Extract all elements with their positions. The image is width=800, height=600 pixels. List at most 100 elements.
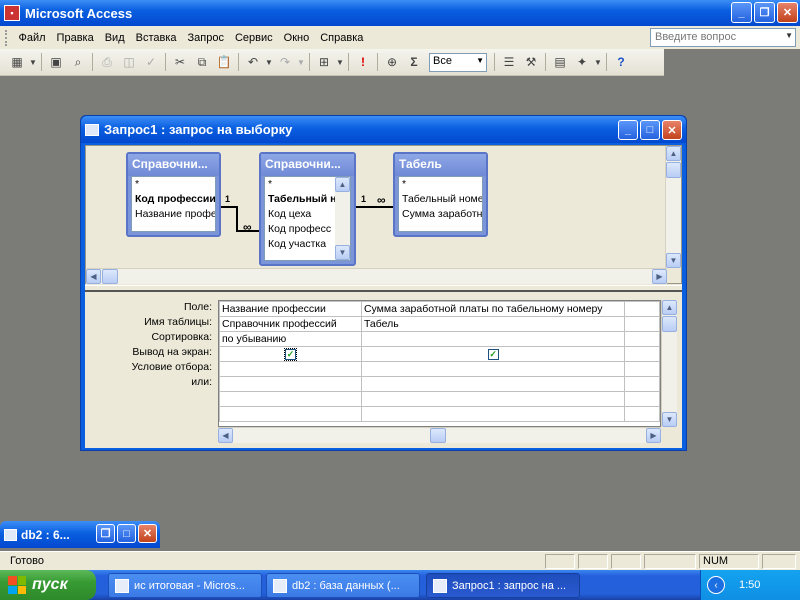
chevron-down-icon[interactable]: ▼ (335, 51, 345, 73)
menu-help[interactable]: Справка (315, 32, 369, 44)
grid-cell-table[interactable] (624, 316, 660, 332)
grid-vscroll[interactable]: ▲ ▼ (661, 300, 677, 427)
grid-cell-empty[interactable] (219, 406, 362, 422)
grid-cell-empty[interactable] (624, 391, 660, 407)
scroll-down-icon[interactable]: ▼ (335, 245, 350, 260)
build-icon[interactable]: ⚒ (520, 51, 542, 73)
help-icon[interactable]: ? (610, 51, 632, 73)
scroll-up-icon[interactable]: ▲ (666, 146, 681, 161)
grid-cell-empty[interactable] (624, 406, 660, 422)
redo-icon[interactable]: ↷ (274, 51, 296, 73)
grid-cell-show[interactable] (624, 346, 660, 362)
copy-icon[interactable]: ⧉ (191, 51, 213, 73)
grid-cell-or[interactable] (360, 376, 626, 392)
chevron-down-icon[interactable]: ▼ (785, 31, 793, 40)
scroll-right-icon[interactable]: ▶ (652, 269, 667, 284)
query-close-button[interactable]: ✕ (662, 120, 682, 140)
show-checkbox[interactable]: ✓ (283, 347, 297, 361)
scroll-right-icon[interactable]: ▶ (646, 428, 661, 443)
scrollbar-thumb[interactable] (102, 269, 118, 284)
show-checkbox[interactable]: ✓ (487, 348, 499, 360)
scrollbar-thumb[interactable] (430, 428, 446, 443)
query-type-icon[interactable]: ⊞ (313, 51, 335, 73)
field-list-table-3[interactable]: Табель * Табельный номе Сумма заработн (393, 152, 488, 237)
grid-cell-show[interactable]: ✓ (360, 346, 626, 362)
cut-icon[interactable]: ✂ (169, 51, 191, 73)
grid-cell-or[interactable] (624, 376, 660, 392)
minimize-button[interactable]: _ (731, 2, 752, 23)
query-window-title-bar[interactable]: Запрос1 : запрос на выборку (81, 116, 686, 143)
chevron-down-icon[interactable]: ▼ (264, 51, 274, 73)
grid-cell-or[interactable] (219, 376, 362, 392)
table-pane-hscroll[interactable]: ◀ ▶ (86, 268, 667, 284)
grid-cell-criteria[interactable] (624, 361, 660, 377)
print-preview-icon[interactable]: ◫ (118, 51, 140, 73)
grid-hscroll[interactable]: ◀ ▶ (218, 427, 661, 443)
menu-view[interactable]: Вид (99, 32, 130, 44)
restore-button[interactable]: ❐ (96, 524, 115, 543)
field-item[interactable]: Код профессии (132, 192, 215, 207)
grid-cell-empty[interactable] (219, 391, 362, 407)
grid-cell-field[interactable]: Название профессии (219, 301, 362, 317)
field-item[interactable]: Сумма заработн (399, 207, 482, 222)
grid-cell-field[interactable]: Сумма заработной платы по табельному ном… (360, 301, 626, 317)
start-button[interactable]: пуск (0, 570, 96, 600)
chevron-down-icon[interactable]: ▼ (593, 51, 603, 73)
scroll-left-icon[interactable]: ◀ (86, 269, 101, 284)
table-pane-vscroll[interactable]: ▲ ▼ (665, 146, 681, 268)
grid-cell-table[interactable]: Табель (360, 316, 626, 332)
relationship-line[interactable] (236, 206, 238, 232)
taskbar-button-word[interactable]: ис итоговая - Micros... (108, 573, 262, 598)
relationship-line[interactable] (356, 206, 393, 208)
taskbar-button-db2[interactable]: db2 : база данных (... (266, 573, 420, 598)
grid-cell-field[interactable] (624, 301, 660, 317)
field-list-table-2[interactable]: Справочни... * Табельный н Код цеха Код … (259, 152, 356, 266)
close-button[interactable]: ✕ (777, 2, 798, 23)
scrollbar-thumb[interactable] (662, 316, 677, 332)
scroll-down-icon[interactable]: ▼ (666, 253, 681, 268)
ask-question-input[interactable]: Введите вопрос ▼ (650, 28, 796, 47)
field-list-header[interactable]: Справочни... (128, 154, 219, 176)
menu-file[interactable]: Файл (13, 32, 51, 44)
totals-icon[interactable]: Σ (403, 51, 425, 73)
scroll-up-icon[interactable]: ▲ (335, 177, 350, 192)
menu-window[interactable]: Окно (278, 32, 315, 44)
query-maximize-button[interactable]: □ (640, 120, 660, 140)
print-icon[interactable]: ⎙ (96, 51, 118, 73)
grid-cell-criteria[interactable] (219, 361, 362, 377)
properties-icon[interactable]: ☰ (498, 51, 520, 73)
save-icon[interactable]: ▣ (45, 51, 67, 73)
scroll-down-icon[interactable]: ▼ (662, 412, 677, 427)
field-item[interactable]: Название профе (132, 207, 215, 222)
query-minimize-button[interactable]: _ (618, 120, 638, 140)
menu-query[interactable]: Запрос (182, 32, 229, 44)
field-list-scrollbar[interactable]: ▲ ▼ (335, 177, 350, 260)
pane-splitter[interactable] (85, 285, 682, 292)
grid-cell-empty[interactable] (360, 391, 626, 407)
field-list-table-1[interactable]: Справочни... * Код профессии Название пр… (126, 152, 221, 237)
grid-cell-sort[interactable] (360, 331, 626, 347)
file-search-icon[interactable]: ⌕ (67, 51, 89, 73)
chevron-down-icon[interactable]: ▼ (296, 51, 306, 73)
grid-cell-empty[interactable] (360, 406, 626, 422)
show-table-icon[interactable]: ⊕ (381, 51, 403, 73)
chevron-down-icon[interactable]: ▼ (28, 51, 38, 73)
grid-cell-table[interactable]: Справочник профессий (219, 316, 362, 332)
table-pane[interactable]: Справочни... * Код профессии Название пр… (85, 145, 682, 284)
chevron-down-icon[interactable]: ▼ (476, 56, 484, 65)
scroll-up-icon[interactable]: ▲ (662, 300, 677, 315)
view-icon[interactable]: ▦ (6, 51, 28, 73)
field-list-header[interactable]: Табель (395, 154, 486, 176)
scroll-left-icon[interactable]: ◀ (218, 428, 233, 443)
run-icon[interactable]: ! (352, 51, 374, 73)
scrollbar-thumb[interactable] (666, 162, 681, 178)
minimized-database-window[interactable]: db2 : 6... ❐ □ ✕ (0, 521, 160, 548)
spelling-icon[interactable]: ✓ (140, 51, 162, 73)
paste-icon[interactable]: 📋 (213, 51, 235, 73)
grid-cell-show[interactable]: ✓ (219, 346, 362, 362)
field-item[interactable]: * (132, 177, 215, 192)
undo-icon[interactable]: ↶ (242, 51, 264, 73)
new-object-icon[interactable]: ✦ (571, 51, 593, 73)
design-grid[interactable]: Название профессии Сумма заработной плат… (218, 300, 661, 427)
field-list-header[interactable]: Справочни... (261, 154, 354, 176)
